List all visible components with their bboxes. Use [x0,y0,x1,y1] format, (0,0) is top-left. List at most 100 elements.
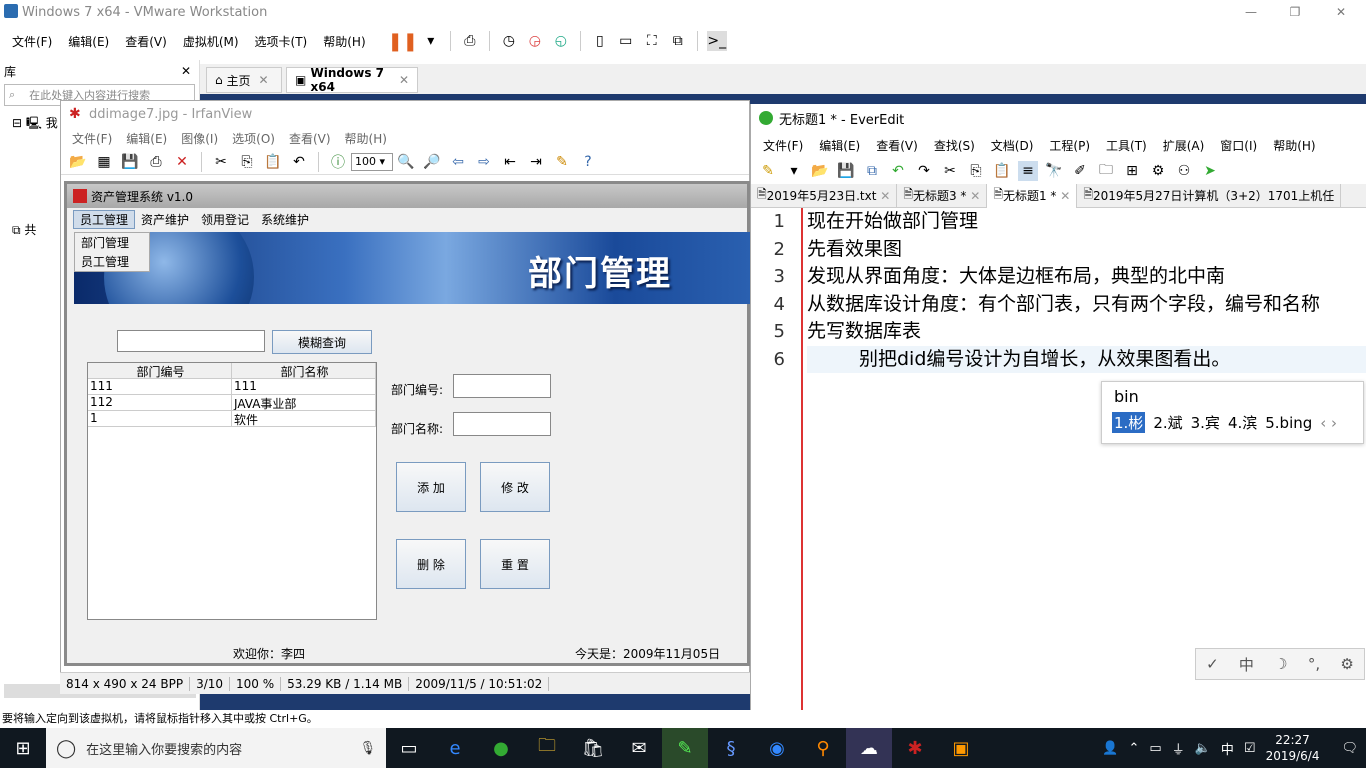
page-arrows-icon[interactable]: ‹ › [1320,414,1337,432]
code-line[interactable]: 先看效果图 [807,236,1366,264]
irfan-menu-options[interactable]: 选项(O) [225,130,282,147]
dropdown-icon[interactable]: ▾ [784,161,804,181]
ime-tray-icon[interactable]: ☑ [1244,741,1256,756]
task-view-icon[interactable]: ▭ [386,728,432,768]
print-icon[interactable]: ⎙ [146,152,166,172]
ever-menu-view[interactable]: 查看(V) [868,137,926,154]
ime-settings-icon[interactable]: ⚙ [1340,655,1353,673]
ime-candidate[interactable]: 5.bing [1265,414,1312,432]
col-dept-id[interactable]: 部门编号 [88,363,232,378]
close-icon[interactable]: ✕ [1318,0,1364,24]
paint-icon[interactable]: ✎ [552,152,572,172]
irfan-menu-help[interactable]: 帮助(H) [338,130,394,147]
tool-icon[interactable]: § [708,728,754,768]
macro-icon[interactable]: ⚇ [1174,161,1194,181]
code-line-current[interactable]: 别把did编号设计为自增长，从效果图看出。 [807,345,1366,373]
ever-menu-ext[interactable]: 扩展(A) [1155,137,1213,154]
search-app-icon[interactable]: ⚲ [800,728,846,768]
new-file-icon[interactable]: ✎ [758,161,778,181]
last-icon[interactable]: ⇥ [526,152,546,172]
snapshot-icon[interactable]: ◷ [499,31,519,51]
wrap-icon[interactable]: ≡ [1018,161,1038,181]
ime-candidate[interactable]: 3.宾 [1191,412,1220,433]
delete-button[interactable]: 删 除 [396,539,466,589]
start-icon[interactable]: ⊞ [0,728,46,768]
app-menu-staff[interactable]: 员工管理 [73,209,136,229]
snapshot-manager-icon[interactable]: ◵ [551,31,571,51]
sidebar-toggle-icon[interactable]: ▯ [590,31,610,51]
delete-icon[interactable]: ✕ [172,152,192,172]
ever-menu-doc[interactable]: 文档(D) [983,137,1042,154]
undo-icon[interactable]: ↶ [888,161,908,181]
notification-icon[interactable]: 🗨 [1341,741,1358,756]
ime-candidate[interactable]: 4.滨 [1228,412,1257,433]
irfan-menu-view[interactable]: 查看(V) [282,130,338,147]
restore-icon[interactable]: ❐ [1272,0,1318,24]
tab-file-3[interactable]: 🗎 无标题1 * ✕ [987,183,1078,208]
ever-menu-edit[interactable]: 编辑(E) [811,137,868,154]
add-button[interactable]: 添 加 [396,462,466,512]
code-line[interactable]: 现在开始做部门管理 [807,208,1366,236]
copy-icon[interactable]: ⎘ [237,152,257,172]
dept-id-input[interactable] [453,374,551,398]
reset-button[interactable]: 重 置 [480,539,550,589]
folder-icon[interactable]: 🗀 [1096,161,1116,181]
irfanview-task-icon[interactable]: ✱ [892,728,938,768]
zoom-select[interactable]: 100 ▾ [351,152,393,171]
menu-view[interactable]: 查看(V) [117,33,175,50]
taskbar-search[interactable]: ◯ 在这里输入你要搜索的内容 🎙 [46,728,386,768]
fuzzy-search-button[interactable]: 模糊查询 [272,330,372,354]
table-row[interactable]: 112 JAVA事业部 [88,395,376,411]
tab-file-4[interactable]: 🗎 2019年5月27日计算机（3+2）1701上机任 [1077,183,1342,208]
thumbnail-icon[interactable]: ▭ [616,31,636,51]
ever-menu-window[interactable]: 窗口(I) [1212,137,1265,154]
irfan-menu-file[interactable]: 文件(F) [65,130,119,147]
col-dept-name[interactable]: 部门名称 [232,363,376,378]
paste-icon[interactable]: 📋 [992,161,1012,181]
first-icon[interactable]: ⇤ [500,152,520,172]
ime-candidate[interactable]: 1.彬 [1112,412,1146,433]
battery-icon[interactable]: ▭ [1149,741,1161,756]
firefox-icon[interactable]: ◉ [754,728,800,768]
code-line[interactable]: 先写数据库表 [807,318,1366,346]
irfan-menu-image[interactable]: 图像(I) [174,130,225,147]
edit-button[interactable]: 修 改 [480,462,550,512]
tab-home[interactable]: ⌂ 主页 ✕ [206,67,282,93]
close-tab-icon[interactable]: ✕ [258,73,268,87]
tab-file-1[interactable]: 🗎 2019年5月23日.txt ✕ [751,183,898,208]
slideshow-icon[interactable]: ▦ [94,152,114,172]
code-line[interactable]: 发现从界面角度：大体是边框布局，典型的北中南 [807,263,1366,291]
ever-menu-help[interactable]: 帮助(H) [1265,137,1323,154]
minimize-icon[interactable]: — [1228,0,1274,24]
app-menu-borrow[interactable]: 领用登记 [195,211,255,228]
zoom-in-icon[interactable]: 🔍 [396,152,416,172]
save-all-icon[interactable]: ⧉ [862,161,882,181]
menu-edit[interactable]: 编辑(E) [60,33,117,50]
paste-icon[interactable]: 📋 [263,152,283,172]
save-icon[interactable]: 💾 [836,161,856,181]
copy-icon[interactable]: ⎘ [966,161,986,181]
close-library-icon[interactable]: ✕ [181,64,191,78]
code-line[interactable]: 从数据库设计角度：有个部门表，只有两个字段，编号和名称 [807,291,1366,319]
fullscreen-icon[interactable]: ⛶ [642,31,662,51]
info-icon[interactable]: ⓘ [328,152,348,172]
menu-file[interactable]: 文件(F) [4,33,60,50]
tab-windows7[interactable]: ▣ Windows 7 x64 ✕ [286,66,418,94]
app-menu-system[interactable]: 系统维护 [255,211,315,228]
undo-icon[interactable]: ↶ [289,152,309,172]
close-tab-icon[interactable]: ✕ [399,73,409,87]
unity-icon[interactable]: ⧉ [668,31,688,51]
tree-icon[interactable]: ⊞ [1122,161,1142,181]
vmware-task-icon[interactable]: ▣ [938,728,984,768]
run-icon[interactable]: ➤ [1200,161,1220,181]
clock[interactable]: 22:27 2019/6/4 [1266,732,1320,764]
replace-icon[interactable]: ✐ [1070,161,1090,181]
dept-name-input[interactable] [453,412,551,436]
ever-menu-file[interactable]: 文件(F) [755,137,811,154]
search-input[interactable] [117,330,265,352]
ever-menu-find[interactable]: 查找(S) [926,137,983,154]
dropdown-icon[interactable]: ▾ [421,31,441,51]
ime-check-icon[interactable]: ✓ [1206,655,1219,673]
prev-icon[interactable]: ⇦ [448,152,468,172]
lang-indicator[interactable]: 中 [1221,739,1234,758]
